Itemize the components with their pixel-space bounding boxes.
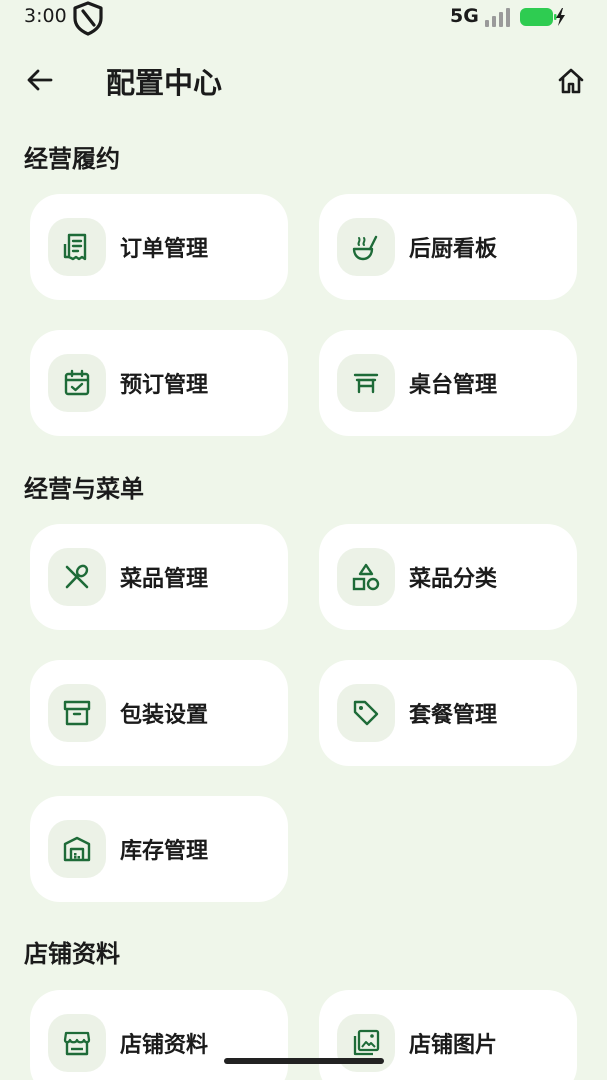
icon-box — [48, 1014, 106, 1072]
menu-card-inventory-management[interactable]: 库存管理 — [30, 796, 288, 902]
gesture-navigation-bar[interactable] — [224, 1058, 384, 1064]
arrow-left-icon — [27, 69, 53, 91]
icon-box — [337, 684, 395, 742]
icon-box — [337, 354, 395, 412]
menu-card-order-management[interactable]: 订单管理 — [30, 194, 288, 300]
card-label: 订单管理 — [120, 237, 209, 262]
icon-box — [48, 684, 106, 742]
icon-box — [337, 548, 395, 606]
utensils-icon — [65, 564, 89, 589]
page-title: 配置中心 — [106, 66, 223, 100]
card-label: 包装设置 — [120, 703, 209, 728]
section-title-menu: 经营与菜单 — [24, 475, 144, 503]
home-button[interactable] — [550, 60, 592, 102]
icon-box — [48, 218, 106, 276]
menu-card-table-management[interactable]: 桌台管理 — [319, 330, 577, 436]
card-label: 后厨看板 — [409, 237, 498, 262]
back-button[interactable] — [20, 60, 60, 100]
section-title-store-info: 店铺资料 — [24, 940, 120, 968]
menu-card-store-photos[interactable]: 店铺图片 — [319, 990, 577, 1080]
card-label: 库存管理 — [120, 839, 209, 864]
archive-box-icon — [63, 700, 91, 726]
soup-ladle-icon — [352, 235, 378, 261]
card-label: 店铺资料 — [120, 1033, 209, 1058]
calendar-check-icon — [64, 369, 90, 396]
card-label: 店铺图片 — [409, 1033, 498, 1058]
menu-card-store-info[interactable]: 店铺资料 — [30, 990, 288, 1080]
status-time: 3:00 — [24, 5, 67, 27]
card-label: 桌台管理 — [409, 373, 498, 398]
storefront-icon — [63, 1031, 91, 1056]
card-label: 预订管理 — [120, 373, 209, 398]
gallery-icon — [353, 1029, 380, 1056]
home-icon — [558, 68, 584, 94]
icon-box — [337, 218, 395, 276]
signal-icon — [484, 6, 514, 28]
status-bar: 3:00 5G — [0, 0, 607, 36]
tag-icon — [353, 700, 379, 726]
card-label: 套餐管理 — [409, 703, 498, 728]
shapes-icon — [352, 563, 380, 591]
app-bar: 配置中心 — [0, 48, 607, 112]
menu-card-kitchen-board[interactable]: 后厨看板 — [319, 194, 577, 300]
menu-card-reservation-management[interactable]: 预订管理 — [30, 330, 288, 436]
card-label: 菜品分类 — [409, 567, 498, 592]
battery-icon — [519, 5, 567, 29]
icon-box — [48, 548, 106, 606]
menu-card-packaging-settings[interactable]: 包装设置 — [30, 660, 288, 766]
menu-card-dish-category[interactable]: 菜品分类 — [319, 524, 577, 630]
card-label: 菜品管理 — [120, 567, 209, 592]
section-title-fulfillment: 经营履约 — [24, 145, 120, 173]
shield-icon — [70, 0, 106, 36]
network-label: 5G — [450, 5, 479, 27]
menu-card-dish-management[interactable]: 菜品管理 — [30, 524, 288, 630]
table-icon — [353, 373, 379, 394]
receipt-icon — [63, 233, 87, 261]
warehouse-icon — [63, 836, 91, 862]
icon-box — [48, 354, 106, 412]
icon-box — [48, 820, 106, 878]
menu-card-combo-management[interactable]: 套餐管理 — [319, 660, 577, 766]
